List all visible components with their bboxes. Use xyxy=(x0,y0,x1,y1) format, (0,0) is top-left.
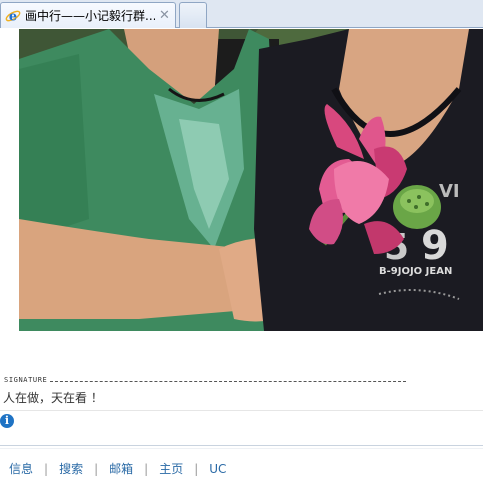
signature-text: 人在做，天在看 ！ xyxy=(3,391,103,405)
footer-divider xyxy=(0,445,483,446)
footer-nav: 信息 | 搜索 | 邮箱 | 主页 | UC xyxy=(9,460,226,477)
ie-icon: e xyxy=(5,9,21,24)
footer-link-home[interactable]: 主页 xyxy=(159,460,183,477)
signature-label: SIGNATURE xyxy=(4,376,48,384)
footer-separator: | xyxy=(144,461,149,476)
svg-text:VI: VI xyxy=(439,181,460,202)
signature-header: SIGNATURE xyxy=(4,376,406,384)
footer-link-uc[interactable]: UC xyxy=(209,462,226,476)
footer-link-mail[interactable]: 邮箱 xyxy=(109,460,133,477)
svg-text:9: 9 xyxy=(421,223,449,269)
browser-tab-active[interactable]: e 画中行——小记毅行群... ✕ xyxy=(0,2,176,28)
signature-divider xyxy=(50,381,406,382)
footer-separator: | xyxy=(44,461,49,476)
footer-divider-shadow xyxy=(0,448,483,449)
info-icon[interactable]: i xyxy=(0,414,14,428)
browser-tab-strip: e 画中行——小记毅行群... ✕ xyxy=(0,0,483,28)
tab-close-icon[interactable]: ✕ xyxy=(159,9,170,22)
post-photo: 9 5 VI B-9JOJO JEAN xyxy=(19,29,483,331)
svg-text:B-9JOJO JEAN: B-9JOJO JEAN xyxy=(379,266,452,277)
footer-separator: | xyxy=(194,461,199,476)
tab-title: 画中行——小记毅行群... xyxy=(25,9,155,23)
page: e 画中行——小记毅行群... ✕ 9 5 VI B-9JOJO JEAN SI… xyxy=(0,0,483,480)
footer-link-info[interactable]: 信息 xyxy=(9,460,33,477)
new-tab-button[interactable] xyxy=(179,2,207,28)
divider xyxy=(0,410,483,411)
footer-separator: | xyxy=(94,461,99,476)
svg-text:e: e xyxy=(9,9,17,24)
footer-link-search[interactable]: 搜索 xyxy=(59,460,83,477)
